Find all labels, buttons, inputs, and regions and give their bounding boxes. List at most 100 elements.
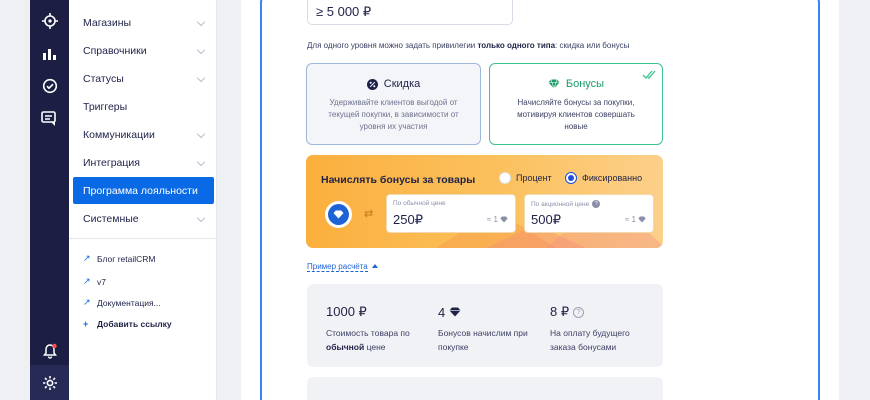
card-description: Начисляйте бонусы за покупки, мотивируя … bbox=[517, 98, 635, 131]
discount-percent-icon bbox=[366, 78, 378, 90]
sidebar-item-label: Интеграция bbox=[83, 156, 140, 169]
rate-text: ≈ 1 bbox=[486, 215, 498, 224]
analytics-icon[interactable] bbox=[40, 44, 59, 63]
diamond-icon bbox=[548, 79, 560, 89]
sidebar-item-statuses[interactable]: Статусы bbox=[73, 65, 214, 92]
check-circle-icon[interactable] bbox=[40, 76, 59, 95]
stat-text: На оплату будущего заказа бонусами bbox=[550, 328, 630, 352]
promo-price-bonus-field[interactable]: По акционной цене? 500₽ ≈ 1 bbox=[524, 194, 654, 233]
radio-circle bbox=[499, 172, 511, 184]
sidebar-link-label: Документация... bbox=[97, 297, 161, 308]
hint-bold: только одного типа bbox=[477, 41, 556, 50]
sidebar-link-v7[interactable]: ↗ v7 bbox=[83, 276, 106, 287]
help-icon[interactable]: ? bbox=[573, 306, 585, 318]
stat-value: 4 bbox=[438, 304, 528, 320]
double-check-icon bbox=[642, 70, 656, 79]
privilege-card-discount[interactable]: Скидка Удерживайте клиентов выгодой от т… bbox=[306, 63, 481, 145]
settings-gear-icon[interactable] bbox=[40, 373, 59, 392]
sidebar-item-triggers[interactable]: Триггеры bbox=[73, 93, 214, 120]
sidebar-item-label: Справочники bbox=[83, 44, 147, 57]
stat-value-text: 4 bbox=[438, 304, 446, 320]
plus-icon: + bbox=[83, 319, 89, 329]
settings-sidebar: Магазины Справочники Статусы Триггеры Ко… bbox=[69, 0, 217, 400]
bonus-accrual-panel: Начислять бонусы за товары Процент Фикси… bbox=[306, 155, 663, 248]
sidebar-divider bbox=[69, 238, 216, 239]
radio-circle-selected bbox=[565, 172, 577, 184]
example-calculation-link[interactable]: Пример расчёта bbox=[307, 262, 368, 272]
field-value: 250₽ bbox=[393, 212, 423, 227]
privilege-card-bonus[interactable]: Бонусы Начисляйте бонусы за покупки, мот… bbox=[489, 63, 663, 145]
stat-item-payment: 8 ₽? На оплату будущего заказа бонусами bbox=[550, 304, 650, 354]
radio-fixed[interactable]: Фиксированно bbox=[565, 172, 642, 184]
diamond-icon bbox=[638, 216, 646, 223]
chat-icon[interactable] bbox=[40, 109, 59, 128]
sidebar-item-label: Триггеры bbox=[83, 100, 128, 113]
external-link-icon: ↗ bbox=[83, 253, 91, 263]
chevron-down-icon bbox=[196, 45, 206, 55]
caret-up-icon[interactable] bbox=[372, 264, 378, 268]
sidebar-item-references[interactable]: Справочники bbox=[73, 37, 214, 64]
help-icon[interactable]: ? bbox=[592, 200, 601, 208]
rate-text: ≈ 1 bbox=[624, 215, 636, 224]
stat-item-bonuses: 4 Бонусов начислим при покупке bbox=[438, 304, 528, 354]
stat-value-text: 8 ₽ bbox=[550, 304, 570, 319]
sidebar-link-blog[interactable]: ↗ Блог retailCRM bbox=[83, 253, 156, 264]
stat-item-price: 1000 ₽ Стоимость товара по обычной цене bbox=[326, 304, 426, 354]
example-calculation-box: 1000 ₽ Стоимость товара по обычной цене … bbox=[307, 284, 663, 367]
sidebar-item-communications[interactable]: Коммуникации bbox=[73, 121, 214, 148]
diamond-icon bbox=[500, 216, 508, 223]
settings-area bbox=[30, 365, 69, 400]
field-label: По акционной цене? bbox=[531, 200, 601, 208]
hint-suffix: : скидка или бонусы bbox=[555, 41, 630, 50]
add-link-label: Добавить ссылку bbox=[97, 319, 172, 329]
sidebar-item-stores[interactable]: Магазины bbox=[73, 9, 214, 36]
privileges-hint: Для одного уровня можно задать привилеги… bbox=[307, 41, 629, 50]
field-label: По обычной цене bbox=[393, 200, 446, 207]
target-icon[interactable] bbox=[40, 11, 59, 30]
level-amount-field[interactable]: ≥ 5 000 ₽ bbox=[307, 0, 513, 25]
chevron-down-icon bbox=[196, 213, 206, 223]
bonus-coin-icon bbox=[325, 201, 352, 228]
example-calculation-box-promo bbox=[307, 377, 663, 400]
stat-text-part: цене bbox=[364, 342, 386, 352]
add-link-button[interactable]: + Добавить ссылку bbox=[83, 319, 172, 329]
sidebar-item-label: Программа лояльности bbox=[83, 184, 198, 197]
stat-text: Стоимость товара по обычной цене bbox=[326, 326, 426, 354]
external-link-icon: ↗ bbox=[83, 276, 91, 286]
chevron-down-icon bbox=[196, 17, 206, 27]
field-rate: ≈ 1 bbox=[625, 215, 646, 224]
radio-label: Процент bbox=[516, 173, 552, 183]
diamond-icon bbox=[449, 307, 461, 317]
radio-label: Фиксированно bbox=[582, 173, 643, 183]
level-amount-value: ≥ 5 000 ₽ bbox=[316, 4, 372, 19]
sidebar-item-system[interactable]: Системные bbox=[73, 205, 214, 232]
sidebar-item-integration[interactable]: Интеграция bbox=[73, 149, 214, 176]
card-title: Скидка bbox=[383, 78, 421, 90]
sidebar-link-label: v7 bbox=[97, 276, 106, 287]
chevron-down-icon bbox=[196, 157, 206, 167]
sidebar-item-loyalty-program[interactable]: Программа лояльности bbox=[73, 177, 214, 204]
sidebar-item-label: Коммуникации bbox=[83, 128, 155, 141]
sidebar-item-label: Статусы bbox=[83, 72, 124, 85]
field-value: 500₽ bbox=[531, 212, 561, 227]
hint-prefix: Для одного уровня можно задать привилеги… bbox=[307, 41, 478, 50]
stat-text-part: Стоимость товара по bbox=[326, 328, 410, 338]
swap-arrows-icon: ⇄ bbox=[364, 208, 374, 220]
notifications-bell-icon[interactable] bbox=[40, 341, 59, 360]
sidebar-item-label: Магазины bbox=[83, 16, 132, 29]
accrual-title: Начислять бонусы за товары bbox=[321, 174, 476, 186]
chevron-down-icon bbox=[196, 73, 206, 83]
card-description: Удерживайте клиентов выгодой от текущей … bbox=[328, 98, 459, 131]
field-label-text: По акционной цене bbox=[531, 200, 590, 208]
card-title: Бонусы bbox=[565, 78, 605, 90]
sidebar-link-label: Блог retailCRM bbox=[97, 253, 156, 264]
stat-text: Бонусов начислим при покупке bbox=[438, 328, 528, 352]
stat-value: 1000 ₽ bbox=[326, 304, 367, 319]
radio-percent[interactable]: Процент bbox=[499, 172, 552, 184]
sidebar-item-label: Системные bbox=[83, 212, 139, 225]
field-rate: ≈ 1 bbox=[487, 215, 508, 224]
stat-value: 8 ₽? bbox=[550, 304, 650, 320]
external-link-icon: ↗ bbox=[83, 297, 91, 307]
regular-price-bonus-field[interactable]: По обычной цене 250₽ ≈ 1 bbox=[386, 194, 516, 233]
sidebar-link-docs[interactable]: ↗ Документация... bbox=[83, 297, 161, 308]
